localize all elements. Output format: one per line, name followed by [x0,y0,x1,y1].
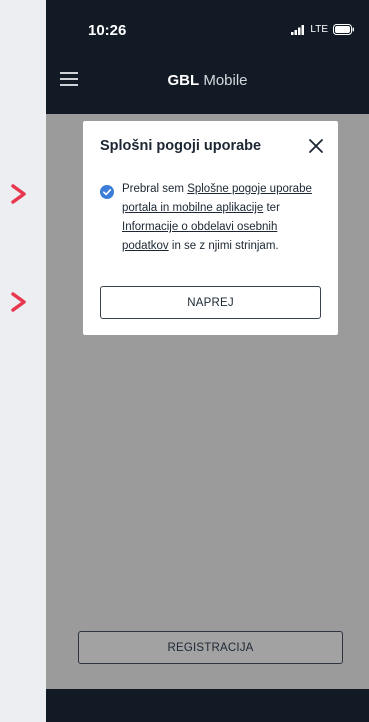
status-time: 10:26 [88,22,127,39]
bottom-bar [46,689,369,722]
modal-title: Splošni pogoji uporabe [100,138,262,154]
phone-screen: 10:26 LTE GBL Mobile Splošni pogoji upor… [46,0,369,722]
nav-bar: GBL Mobile [46,62,369,102]
close-icon[interactable] [307,137,325,155]
app-header: 10:26 LTE GBL Mobile [46,0,369,114]
battery-icon [333,24,354,35]
consent-text-after: in se z njimi strinjam. [168,240,279,252]
checkbox-checked-icon[interactable] [100,185,114,199]
terms-modal: Splošni pogoji uporabe Prebral sem Sploš… [83,121,338,335]
carrier-label: LTE [310,24,328,35]
app-title: GBL Mobile [46,72,369,89]
next-button[interactable]: NAPREJ [100,286,321,319]
register-button[interactable]: REGISTRACIJA [78,631,343,664]
consent-text-middle: ter [263,202,280,214]
app-title-bold: GBL [167,72,200,89]
status-bar: 10:26 LTE [46,0,369,60]
status-indicators: LTE [291,24,355,35]
consent-text: Prebral sem Splošne pogoje uporabe porta… [122,180,327,256]
signal-icon [291,24,305,35]
consent-text-before: Prebral sem [122,183,188,195]
app-title-rest: Mobile [199,72,248,89]
chevron-right-icon [11,292,26,312]
chevron-right-icon [11,184,26,204]
